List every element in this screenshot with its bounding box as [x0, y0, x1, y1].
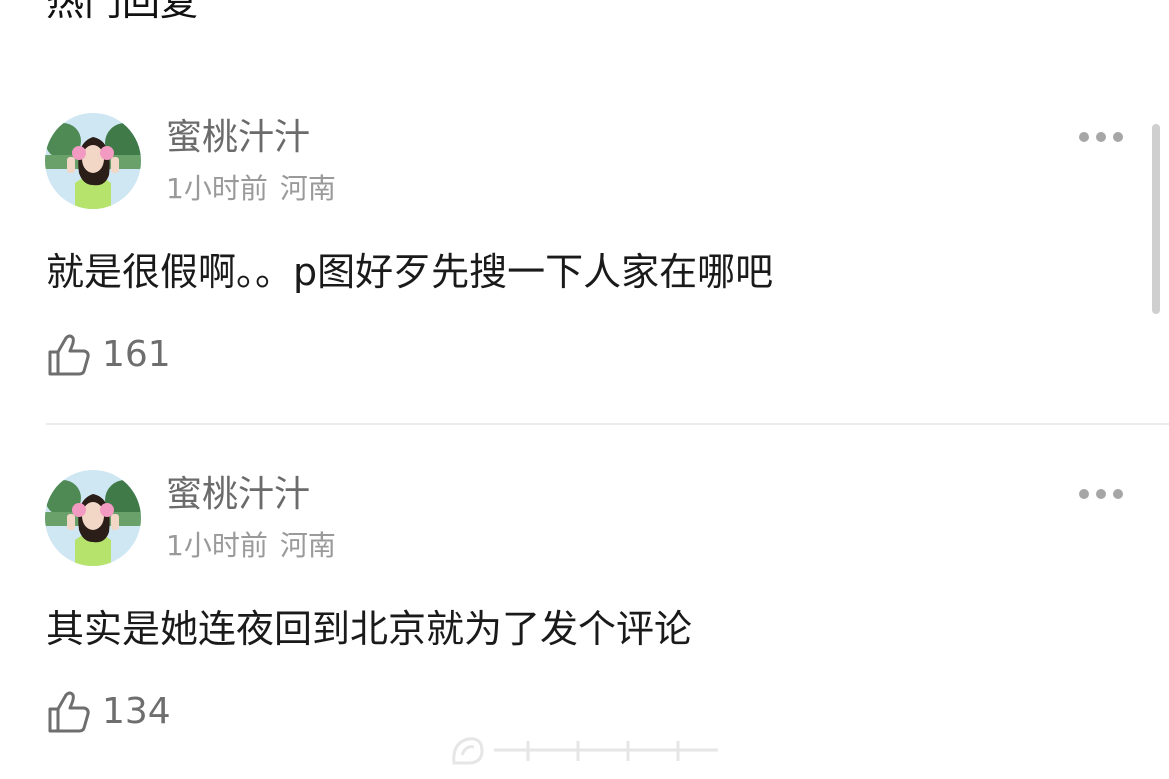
comment-meta: 1小时前 河南: [166, 530, 336, 562]
more-dots-icon[interactable]: [1078, 487, 1124, 501]
avatar-photo: [45, 470, 141, 566]
watermark-logo: [452, 737, 718, 765]
comment-text: 其实是她连夜回到北京就为了发个评论: [46, 607, 693, 651]
comment-item: 蜜桃汁汁 1小时前 河南 其实是她连夜回到北京就为了发个评论 134: [0, 0, 1169, 733]
comment-time: 1小时前: [166, 529, 268, 562]
username[interactable]: 蜜桃汁汁: [166, 475, 310, 515]
like-count: 161: [102, 334, 171, 375]
like-button[interactable]: 134: [46, 689, 171, 735]
divider: [46, 423, 1169, 425]
avatar[interactable]: [45, 470, 141, 566]
like-count: 134: [102, 691, 171, 732]
thumbs-up-icon: [48, 691, 90, 733]
like-button[interactable]: 161: [46, 332, 171, 378]
comment-location: 河南: [279, 529, 336, 562]
thumbs-up-icon: [48, 334, 90, 376]
